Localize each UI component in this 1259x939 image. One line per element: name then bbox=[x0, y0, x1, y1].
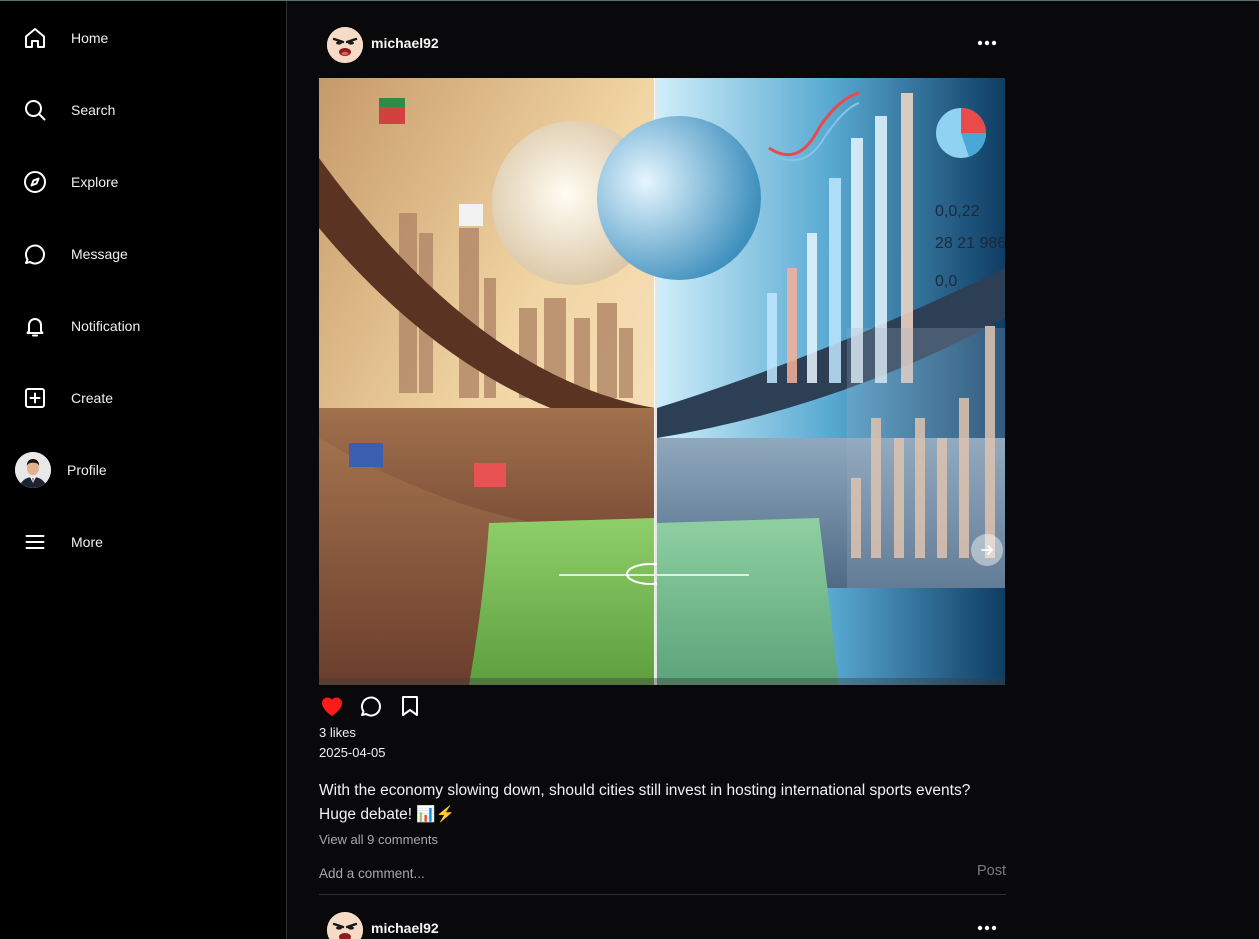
next-image-button[interactable] bbox=[971, 534, 1003, 566]
sidebar-item-profile[interactable]: Profile bbox=[0, 442, 286, 498]
hamburger-icon bbox=[22, 529, 48, 555]
post-header: michael92 bbox=[327, 908, 1007, 939]
sidebar-item-explore[interactable]: Explore bbox=[0, 154, 286, 210]
heart-icon[interactable] bbox=[319, 693, 345, 719]
post-caption: With the economy slowing down, should ci… bbox=[319, 782, 971, 823]
svg-text:0,0,22: 0,0,22 bbox=[935, 203, 980, 220]
sidebar-item-label: Explore bbox=[71, 174, 119, 190]
more-options-icon[interactable] bbox=[975, 33, 999, 53]
bell-icon bbox=[22, 313, 48, 339]
sidebar-item-label: Message bbox=[71, 246, 128, 262]
post-image[interactable]: 0,0,22 28 21 986 0,0 bbox=[319, 78, 1005, 685]
feed: michael92 0,0,22 28 21 986 0,0 3 likes 2… bbox=[287, 1, 1259, 939]
post-avatar[interactable] bbox=[327, 27, 363, 63]
app-root: Home Search Explore Message Notification bbox=[0, 0, 1259, 939]
post-username[interactable]: michael92 bbox=[371, 35, 439, 51]
sidebar-item-create[interactable]: Create bbox=[0, 370, 286, 426]
home-icon bbox=[22, 25, 48, 51]
comment-input[interactable] bbox=[319, 862, 919, 884]
svg-text:0,0: 0,0 bbox=[935, 273, 957, 290]
sidebar-item-label: Profile bbox=[67, 462, 107, 478]
plus-square-icon bbox=[22, 385, 48, 411]
post-header: michael92 bbox=[327, 23, 1007, 63]
sidebar-item-search[interactable]: Search bbox=[0, 82, 286, 138]
post-username[interactable]: michael92 bbox=[371, 920, 439, 936]
sidebar-item-notification[interactable]: Notification bbox=[0, 298, 286, 354]
comment-icon[interactable] bbox=[358, 693, 384, 719]
sidebar-item-label: Home bbox=[71, 30, 109, 46]
post-comment-button[interactable]: Post bbox=[977, 863, 1006, 879]
search-icon bbox=[22, 97, 48, 123]
post-avatar[interactable] bbox=[327, 912, 363, 939]
sidebar: Home Search Explore Message Notification bbox=[0, 1, 287, 939]
sidebar-item-label: Notification bbox=[71, 318, 141, 334]
sidebar-item-message[interactable]: Message bbox=[0, 226, 286, 282]
bookmark-icon[interactable] bbox=[397, 693, 423, 719]
add-comment-row: Post bbox=[319, 859, 1006, 895]
sidebar-item-more[interactable]: More bbox=[0, 514, 286, 570]
sidebar-item-label: Create bbox=[71, 390, 114, 406]
likes-count: 3 likes bbox=[319, 725, 356, 740]
more-options-icon[interactable] bbox=[975, 918, 999, 938]
avatar bbox=[15, 452, 51, 488]
sidebar-item-home[interactable]: Home bbox=[0, 10, 286, 66]
chat-bubble-icon bbox=[22, 241, 48, 267]
svg-text:28 21 986: 28 21 986 bbox=[935, 235, 1005, 252]
sidebar-item-label: Search bbox=[71, 102, 116, 118]
sidebar-item-label: More bbox=[71, 534, 103, 550]
compass-icon bbox=[22, 169, 48, 195]
post-date: 2025-04-05 bbox=[319, 745, 386, 760]
view-all-comments-link[interactable]: View all 9 comments bbox=[319, 832, 438, 847]
